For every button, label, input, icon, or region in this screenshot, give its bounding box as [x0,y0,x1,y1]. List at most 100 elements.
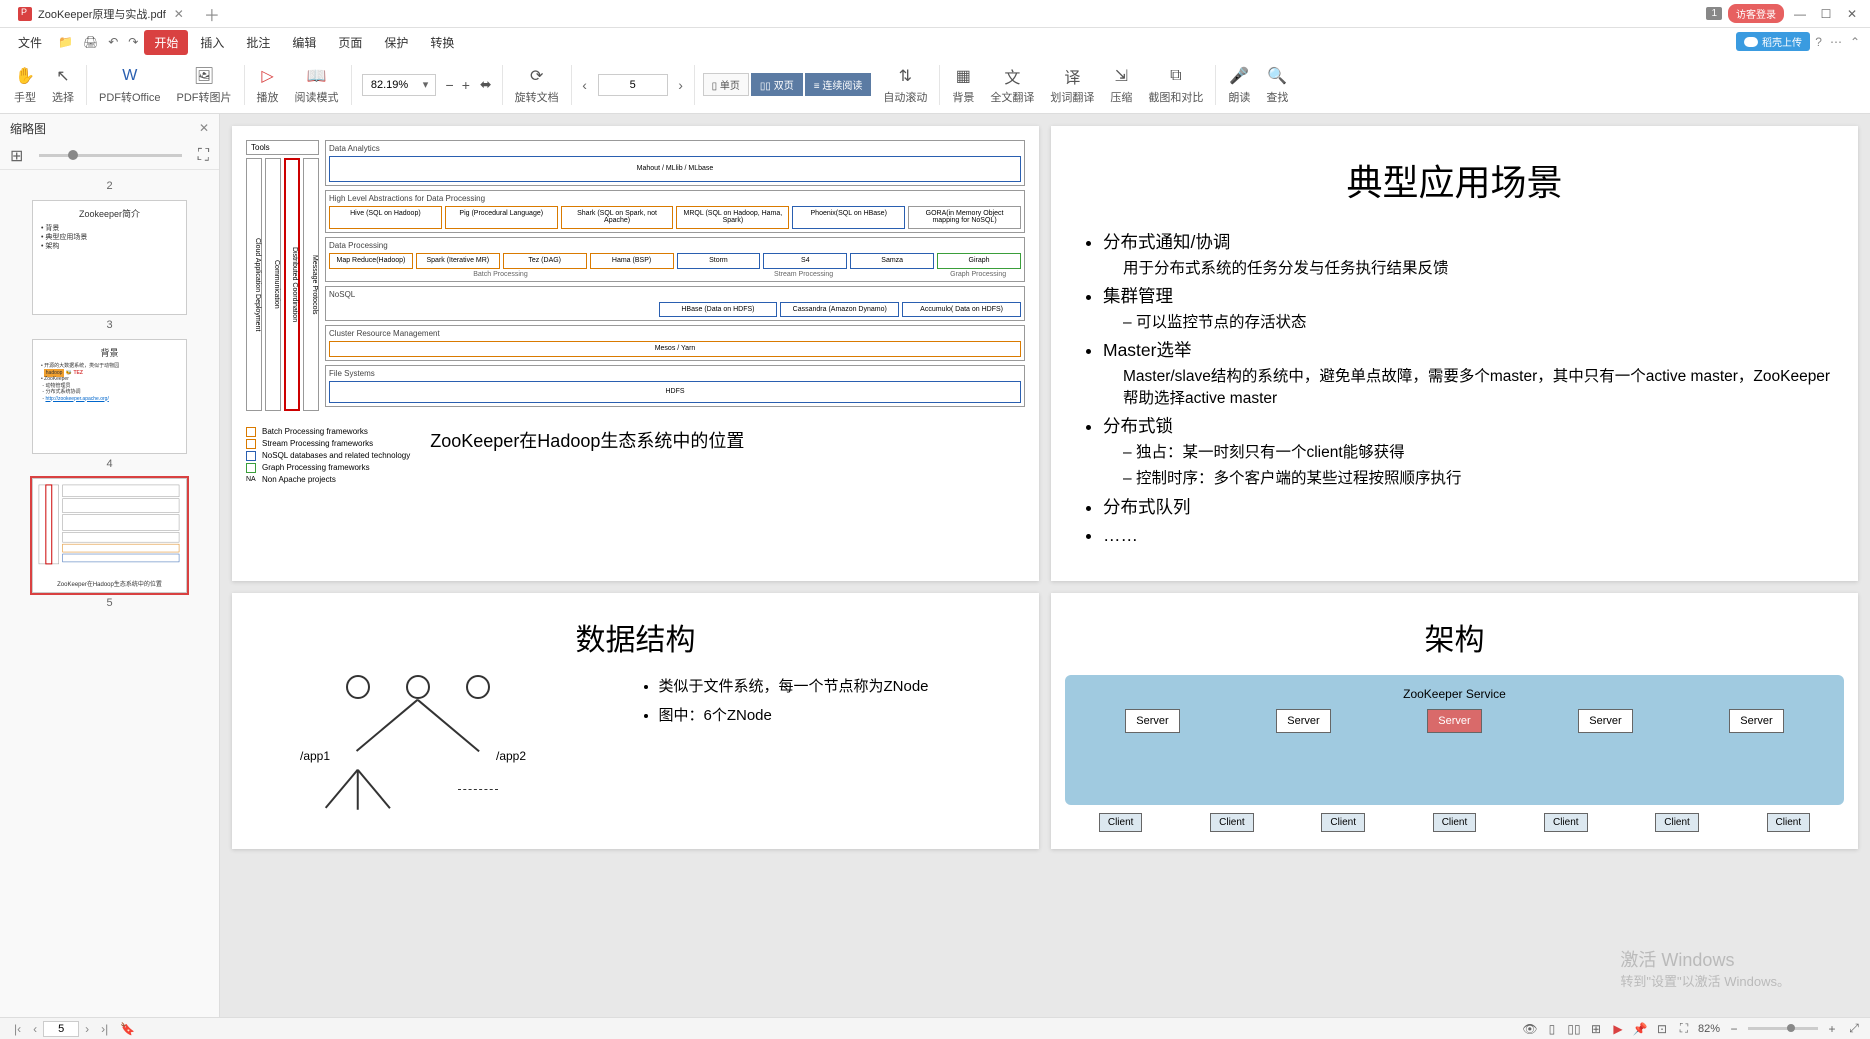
thumbnail-expand-icon[interactable]: ⛶ [198,147,209,165]
status-pin-icon[interactable]: 📌 [1632,1021,1648,1037]
status-fullscreen-icon[interactable]: ⛶ [1676,1021,1692,1037]
badge-count[interactable]: 1 [1706,7,1722,20]
redo-icon[interactable]: ↷ [128,35,138,49]
hand-icon: ✋ [14,65,36,87]
slide-title: 典型应用场景 [1065,154,1844,206]
slide-title: 数据结构 [246,615,1025,659]
cloud-icon [1744,37,1758,47]
zoom-input[interactable] [363,79,417,91]
menu-collapse-icon[interactable]: ⌃ [1850,35,1860,49]
status-layout3-icon[interactable]: ⊞ [1588,1021,1604,1037]
view-continuous[interactable]: ≡ 连续阅读 [805,73,872,96]
tool-auto-scroll[interactable]: ⇅自动滚动 [875,63,935,107]
tab-close-icon[interactable]: ✕ [174,7,184,21]
zoom-group: ▾ [356,74,442,96]
thumbnail-close-icon[interactable]: ✕ [199,121,209,135]
status-eye-icon[interactable]: 👁 [1522,1021,1538,1037]
document-tab[interactable]: ZooKeeper原理与实战.pdf ✕ [8,2,194,26]
tool-read-aloud[interactable]: 🎤朗读 [1220,63,1258,107]
guest-login-button[interactable]: 访客登录 [1728,4,1784,23]
thumbnail-page-3[interactable]: 背景 • 开源的大数据系统，类似于动物园 hadoop 🐝 TEZ• ZooKe… [32,339,187,454]
tool-rotate[interactable]: ⟳旋转文档 [507,63,567,107]
thumbnail-grid-icon[interactable]: ⊞ [10,146,23,166]
architecture-diagram: ZooKeeper Service Server Server Server S… [1065,675,1844,805]
cloud-upload-tag[interactable]: 稻壳上传 [1736,32,1810,51]
status-zoom-in-icon[interactable]: + [1824,1021,1840,1037]
tool-hand[interactable]: ✋手型 [6,63,44,107]
menu-help-icon[interactable]: ? [1815,35,1822,49]
page-next-icon[interactable]: › [672,77,690,93]
menu-protect[interactable]: 保护 [374,30,418,55]
rotate-icon: ⟳ [526,65,548,87]
slide-caption: ZooKeeper在Hadoop生态系统中的位置 [430,427,744,453]
menu-page[interactable]: 页面 [328,30,372,55]
pdf-page-7: 数据结构 /app1 /app2 [232,593,1039,849]
tool-compress[interactable]: ⇲压缩 [1102,63,1140,107]
tool-read-mode[interactable]: 📖阅读模式 [287,63,347,107]
tool-find[interactable]: 🔍查找 [1258,63,1296,107]
thumbnail-size-slider[interactable] [39,154,181,157]
view-double-page[interactable]: ▯▯ 双页 [751,73,803,96]
status-play-icon[interactable]: ▶ [1610,1021,1626,1037]
status-zoom-slider[interactable] [1748,1027,1818,1030]
tool-pdf-to-image[interactable]: 🖼PDF转图片 [169,63,240,107]
open-icon[interactable]: 📁 [58,35,73,49]
window-close-icon[interactable]: ✕ [1842,7,1862,21]
status-bookmark-icon[interactable]: 🔖 [114,1022,141,1036]
new-tab-button[interactable]: ＋ [204,2,220,26]
status-expand-icon[interactable]: ⤢ [1846,1021,1862,1037]
compress-icon: ⇲ [1110,65,1132,87]
main-area: 缩略图 ✕ ⊞ ⛶ 2 Zookeeper简介 • 背景• 典型应用场景• 架构… [0,114,1870,1017]
translate-icon: 文 [1001,65,1023,87]
menu-file[interactable]: 文件 [8,30,52,55]
status-layout2-icon[interactable]: ▯▯ [1566,1021,1582,1037]
page-last-icon[interactable]: ›| [95,1022,114,1036]
status-page-input[interactable] [43,1021,79,1037]
tool-pdf-to-office[interactable]: WPDF转Office [91,63,169,107]
undo-icon[interactable]: ↶ [108,35,118,49]
view-single-page[interactable]: ▯ 单页 [703,73,749,96]
page-prev-icon[interactable]: ‹ [576,77,594,93]
status-grid-icon[interactable]: ⊡ [1654,1021,1670,1037]
zoom-out-icon[interactable]: − [442,77,458,93]
page-first-icon[interactable]: |‹ [8,1022,27,1036]
tab-title: ZooKeeper原理与实战.pdf [38,6,166,22]
status-zoom-label: 82% [1698,1023,1720,1035]
menu-convert[interactable]: 转换 [420,30,464,55]
print-icon[interactable]: 🖨 [83,35,98,49]
tool-select[interactable]: ↖选择 [44,63,82,107]
page-navigation: ‹ › [576,74,690,96]
titlebar-right: 1 访客登录 — ☐ ✕ [1706,4,1870,23]
pdf-page-8: 架构 ZooKeeper Service Server Server Serve… [1051,593,1858,849]
tool-background[interactable]: ▦背景 [944,63,982,107]
status-layout1-icon[interactable]: ▯ [1544,1021,1560,1037]
status-zoom-out-icon[interactable]: − [1726,1021,1742,1037]
menu-edit[interactable]: 编辑 [282,30,326,55]
status-bar: |‹ ‹ › ›| 🔖 👁 ▯ ▯▯ ⊞ ▶ 📌 ⊡ ⛶ 82% − + ⤢ [0,1017,1870,1039]
fit-width-icon[interactable]: ⬌ [474,76,498,93]
pdf-page-6: 典型应用场景 分布式通知/协调 用于分布式系统的任务分发与任务执行结果反馈 集群… [1051,126,1858,581]
document-viewport[interactable]: Tools Cloud Application Deployment Commu… [220,114,1870,1017]
tool-word-translate[interactable]: 译划词翻译 [1042,63,1102,107]
thumbnail-page-2[interactable]: Zookeeper简介 • 背景• 典型应用场景• 架构 [32,200,187,315]
thumbnail-page-4[interactable]: ZooKeeper在Hadoop生态系统中的位置 [32,478,187,593]
menu-annotate[interactable]: 批注 [236,30,280,55]
page-prev-icon[interactable]: ‹ [27,1022,43,1036]
title-bar: ZooKeeper原理与实战.pdf ✕ ＋ 1 访客登录 — ☐ ✕ [0,0,1870,28]
menu-insert[interactable]: 插入 [190,30,234,55]
page-number-input[interactable] [598,74,668,96]
search-icon: 🔍 [1266,65,1288,87]
zoom-in-icon[interactable]: + [458,77,474,93]
window-minimize-icon[interactable]: — [1790,7,1810,21]
menu-more-icon[interactable]: ⋯ [1830,35,1842,49]
thumbnail-panel: 缩略图 ✕ ⊞ ⛶ 2 Zookeeper简介 • 背景• 典型应用场景• 架构… [0,114,220,1017]
tool-crop-compare[interactable]: ⧉截图和对比 [1140,63,1211,107]
thumbnail-list[interactable]: 2 Zookeeper简介 • 背景• 典型应用场景• 架构 3 背景 • 开源… [0,170,219,1017]
tool-play[interactable]: ▷播放 [249,63,287,107]
menu-start[interactable]: 开始 [144,30,188,55]
book-icon: 📖 [306,65,328,87]
tool-full-translate[interactable]: 文全文翻译 [982,63,1042,107]
page-next-icon[interactable]: › [79,1022,95,1036]
window-maximize-icon[interactable]: ☐ [1816,7,1836,21]
zoom-dropdown-icon[interactable]: ▾ [417,78,435,91]
